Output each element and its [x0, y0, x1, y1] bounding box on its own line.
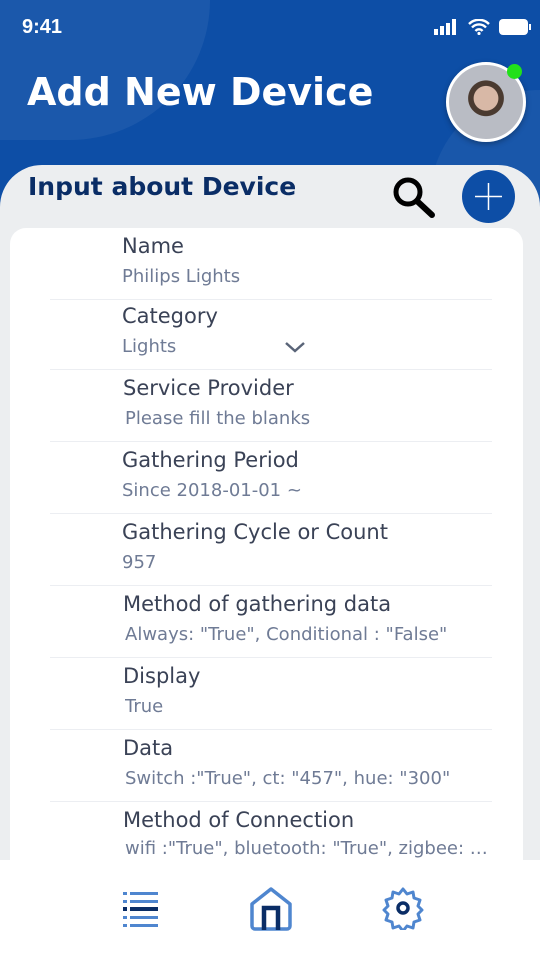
- field-label: Display: [123, 664, 201, 688]
- field-label: Gathering Period: [122, 448, 299, 472]
- field-label: Name: [122, 234, 184, 258]
- device-form: Name Philips Lights Category Lights Servic…: [10, 228, 523, 860]
- home-icon[interactable]: [249, 886, 293, 932]
- section-title: Input about Device: [28, 172, 297, 201]
- field-label: Category: [122, 304, 218, 328]
- field-value[interactable]: 957: [122, 552, 156, 573]
- field-value[interactable]: Please fill the blanks: [125, 408, 310, 429]
- field-value[interactable]: Since 2018-01-01 ~: [122, 480, 302, 501]
- page-title: Add New Device: [27, 70, 374, 114]
- field-service-provider[interactable]: Service Provider Please fill the blanks: [50, 370, 492, 442]
- add-button[interactable]: [462, 170, 515, 223]
- status-time: 9:41: [22, 16, 63, 38]
- field-category[interactable]: Category Lights: [50, 298, 492, 370]
- field-value[interactable]: Switch :"True", ct: "457", hue: "300": [125, 768, 450, 789]
- field-gathering-period[interactable]: Gathering Period Since 2018-01-01 ~: [50, 442, 492, 514]
- bottom-nav: [0, 860, 540, 960]
- field-value[interactable]: Philips Lights: [122, 266, 240, 287]
- plus-icon: [475, 183, 502, 210]
- chevron-down-icon[interactable]: [284, 340, 306, 354]
- field-value[interactable]: True: [125, 696, 163, 717]
- settings-icon[interactable]: [381, 886, 425, 930]
- online-status-dot: [507, 64, 522, 79]
- search-icon[interactable]: [390, 174, 438, 220]
- list-icon[interactable]: [123, 890, 159, 930]
- field-value[interactable]: Always: "True", Conditional : "False": [125, 624, 447, 645]
- field-label: Method of gathering data: [123, 592, 392, 616]
- field-label: Method of Connection: [123, 808, 355, 832]
- status-bar: 9:41: [0, 14, 540, 42]
- field-label: Service Provider: [123, 376, 294, 400]
- field-name[interactable]: Name Philips Lights: [50, 228, 492, 300]
- field-gathering-cycle[interactable]: Gathering Cycle or Count 957: [50, 514, 492, 586]
- field-label: Data: [123, 736, 174, 760]
- battery-icon: [499, 19, 531, 35]
- field-data[interactable]: Data Switch :"True", ct: "457", hue: "300…: [50, 730, 492, 802]
- field-value[interactable]: Lights: [122, 336, 176, 357]
- wifi-icon: [468, 19, 490, 35]
- field-value[interactable]: wifi :"True", bluetooth: "True", zigbee:…: [125, 838, 495, 859]
- field-gathering-method[interactable]: Method of gathering data Always: "True", …: [50, 586, 492, 658]
- field-connection[interactable]: Method of Connection wifi :"True", blueto…: [50, 802, 495, 860]
- field-label: Gathering Cycle or Count: [122, 520, 388, 544]
- field-display[interactable]: Display True: [50, 658, 492, 730]
- signal-icon: [434, 19, 456, 35]
